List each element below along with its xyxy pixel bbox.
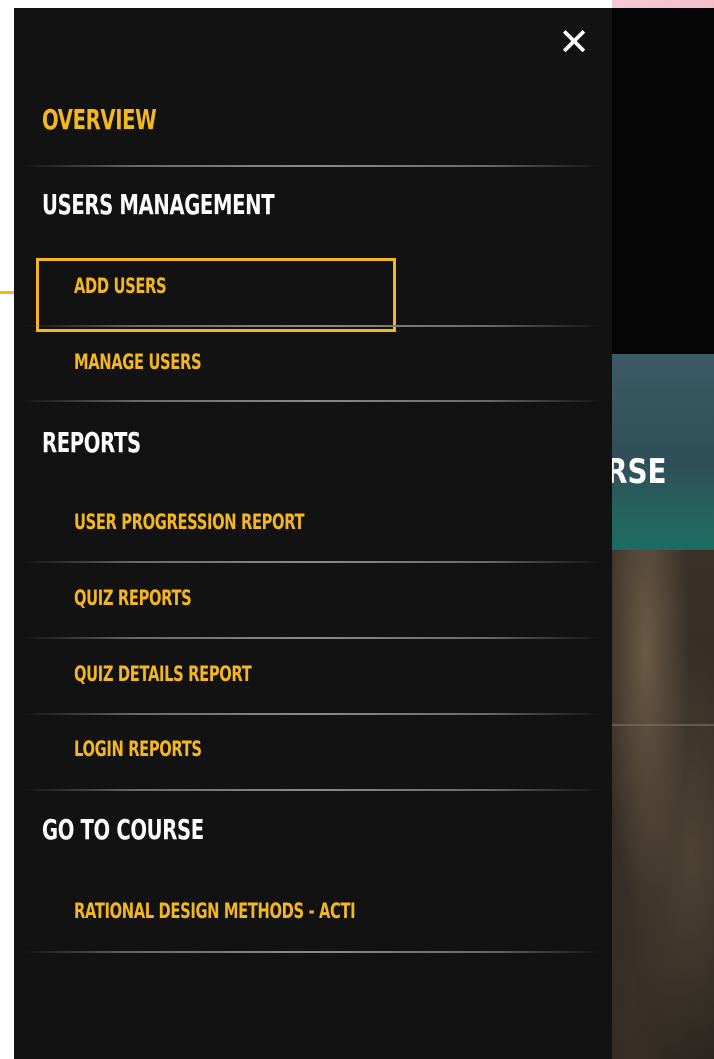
- menu-reports[interactable]: REPORTS: [14, 426, 612, 459]
- menu-user-progression-report[interactable]: USER PROGRESSION REPORT: [14, 510, 612, 534]
- background-rock-image: [600, 550, 714, 1059]
- navigation-drawer: ✕ OVERVIEW USERS MANAGEMENT ADD USERS MA…: [14, 8, 612, 1059]
- menu-user-progression-report-label: USER PROGRESSION REPORT: [74, 510, 305, 534]
- menu-go-to-course[interactable]: GO TO COURSE: [14, 813, 612, 846]
- menu-reports-label: REPORTS: [42, 426, 141, 459]
- menu-users-management-label: USERS MANAGEMENT: [42, 188, 275, 221]
- background-dark-banner: [600, 8, 714, 354]
- menu-course-rational-design-methods[interactable]: RATIONAL DESIGN METHODS - ACTI: [14, 899, 612, 923]
- menu-go-to-course-label: GO TO COURSE: [42, 813, 204, 846]
- menu-add-users[interactable]: ADD USERS: [14, 274, 612, 298]
- menu-overview-label: OVERVIEW: [42, 103, 157, 136]
- divider: [22, 637, 602, 639]
- menu-quiz-reports[interactable]: QUIZ REPORTS: [14, 586, 612, 610]
- menu-manage-users[interactable]: MANAGE USERS: [14, 350, 612, 374]
- menu-users-management[interactable]: USERS MANAGEMENT: [14, 188, 612, 221]
- menu-course-label: RATIONAL DESIGN METHODS - ACTI: [74, 899, 356, 923]
- divider: [22, 400, 602, 402]
- background-divider: [600, 724, 714, 726]
- menu-login-reports[interactable]: LOGIN REPORTS: [14, 737, 612, 761]
- divider: [22, 325, 602, 327]
- menu-overview[interactable]: OVERVIEW: [14, 103, 612, 136]
- menu-quiz-details-report-label: QUIZ DETAILS REPORT: [74, 662, 252, 686]
- divider: [22, 165, 602, 167]
- menu-add-users-label: ADD USERS: [74, 274, 167, 298]
- close-icon[interactable]: ✕: [554, 22, 594, 62]
- background-course-heading: RSE: [606, 452, 667, 492]
- menu-login-reports-label: LOGIN REPORTS: [74, 737, 202, 761]
- menu-manage-users-label: MANAGE USERS: [74, 350, 202, 374]
- divider: [22, 789, 602, 791]
- menu-quiz-reports-label: QUIZ REPORTS: [74, 586, 192, 610]
- divider: [22, 561, 602, 563]
- divider: [22, 951, 602, 953]
- menu-quiz-details-report[interactable]: QUIZ DETAILS REPORT: [14, 662, 612, 686]
- divider: [22, 713, 602, 715]
